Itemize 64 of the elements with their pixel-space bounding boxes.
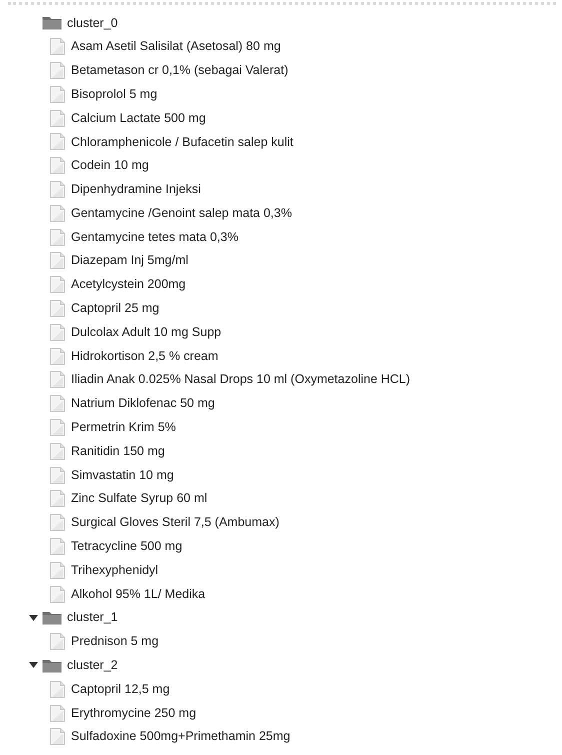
- file-label[interactable]: Erythromycine 250 mg: [71, 704, 196, 722]
- file-icon: [50, 490, 65, 508]
- file-icon: [50, 395, 65, 412]
- file-label[interactable]: Gentamycine tetes mata 0,3%: [71, 228, 238, 246]
- file-icon: [50, 704, 65, 722]
- folder-icon: [42, 658, 62, 673]
- file-label[interactable]: Zinc Sulfate Syrup 60 ml: [71, 489, 208, 508]
- file-label[interactable]: Natrium Diklofenac 50 mg: [71, 394, 215, 414]
- file-label[interactable]: Chloramphenicole / Bufacetin salep kulit: [71, 132, 294, 152]
- file-label[interactable]: Dulcolax Adult 10 mg Supp: [71, 322, 222, 342]
- file-icon: [50, 38, 65, 56]
- file-label[interactable]: Captopril 25 mg: [71, 299, 160, 318]
- file-label[interactable]: Diazepam Inj 5mg/ml: [71, 251, 188, 270]
- file-label[interactable]: Iliadin Anak 0.025% Nasal Drops 10 ml (Oxymetazoline HCL): [71, 370, 410, 390]
- file-label[interactable]: Betametason cr 0,1% (sebagai Valerat): [71, 61, 288, 80]
- file-icon: [50, 633, 65, 650]
- file-label[interactable]: Prednison 5 mg: [71, 632, 159, 651]
- file-icon: [50, 466, 65, 484]
- folder-icon: [42, 15, 62, 30]
- expand-arrow-icon[interactable]: [29, 662, 38, 668]
- file-label[interactable]: Sulfadoxine 500mg+Primethamin 25mg: [71, 727, 290, 746]
- file-icon: [50, 252, 65, 270]
- file-label[interactable]: Ranitidin 150 mg: [71, 442, 165, 461]
- file-label[interactable]: Acetylcystein 200mg: [71, 275, 186, 294]
- file-icon: [50, 228, 65, 246]
- file-label[interactable]: Hidrokortison 2,5 % cream: [71, 346, 218, 366]
- file-label[interactable]: Dipenhydramine Injeksi: [71, 180, 201, 199]
- folder-label[interactable]: cluster_2: [67, 656, 118, 675]
- folder-label[interactable]: cluster_0: [67, 14, 118, 32]
- expand-arrow-icon[interactable]: [29, 614, 38, 621]
- file-label[interactable]: Asam Asetil Salisilat (Asetosal) 80 mg: [71, 37, 281, 56]
- file-icon: [50, 680, 65, 698]
- file-icon: [50, 371, 65, 388]
- file-label[interactable]: Calcium Lactate 500 mg: [71, 108, 206, 128]
- file-label[interactable]: Bisoprolol 5 mg: [71, 84, 158, 104]
- file-icon: [50, 110, 65, 127]
- file-label[interactable]: Gentamycine /Genoint salep mata 0,3%: [71, 204, 292, 223]
- file-icon: [50, 133, 65, 150]
- folder-label[interactable]: cluster_1: [67, 608, 118, 628]
- file-label[interactable]: Captopril 12,5 mg: [71, 680, 170, 699]
- file-icon: [50, 276, 65, 294]
- file-label[interactable]: Trihexyphenidyl: [71, 560, 158, 580]
- file-label[interactable]: Permetrin Krim 5%: [71, 418, 176, 437]
- file-icon: [50, 86, 65, 103]
- file-icon: [50, 514, 65, 532]
- file-label[interactable]: Simvastatin 10 mg: [71, 466, 174, 484]
- file-label[interactable]: Alkohol 95% 1L/ Medika: [71, 584, 206, 604]
- file-icon: [50, 324, 65, 341]
- file-icon: [50, 562, 65, 579]
- file-icon: [50, 538, 65, 555]
- file-icon: [50, 348, 65, 365]
- folder-icon: [42, 610, 62, 626]
- file-label[interactable]: Surgical Gloves Steril 7,5 (Ambumax): [71, 513, 280, 532]
- file-icon: [50, 728, 65, 746]
- file-icon: [50, 204, 65, 222]
- file-label[interactable]: Tetracycline 500 mg: [71, 537, 182, 556]
- file-icon: [50, 62, 65, 79]
- file-icon: [50, 442, 65, 460]
- file-icon: [50, 418, 65, 436]
- file-icon: [50, 157, 65, 174]
- file-icon: [50, 180, 65, 198]
- file-icon: [50, 300, 65, 317]
- file-icon: [50, 586, 65, 603]
- file-label[interactable]: Codein 10 mg: [71, 156, 149, 176]
